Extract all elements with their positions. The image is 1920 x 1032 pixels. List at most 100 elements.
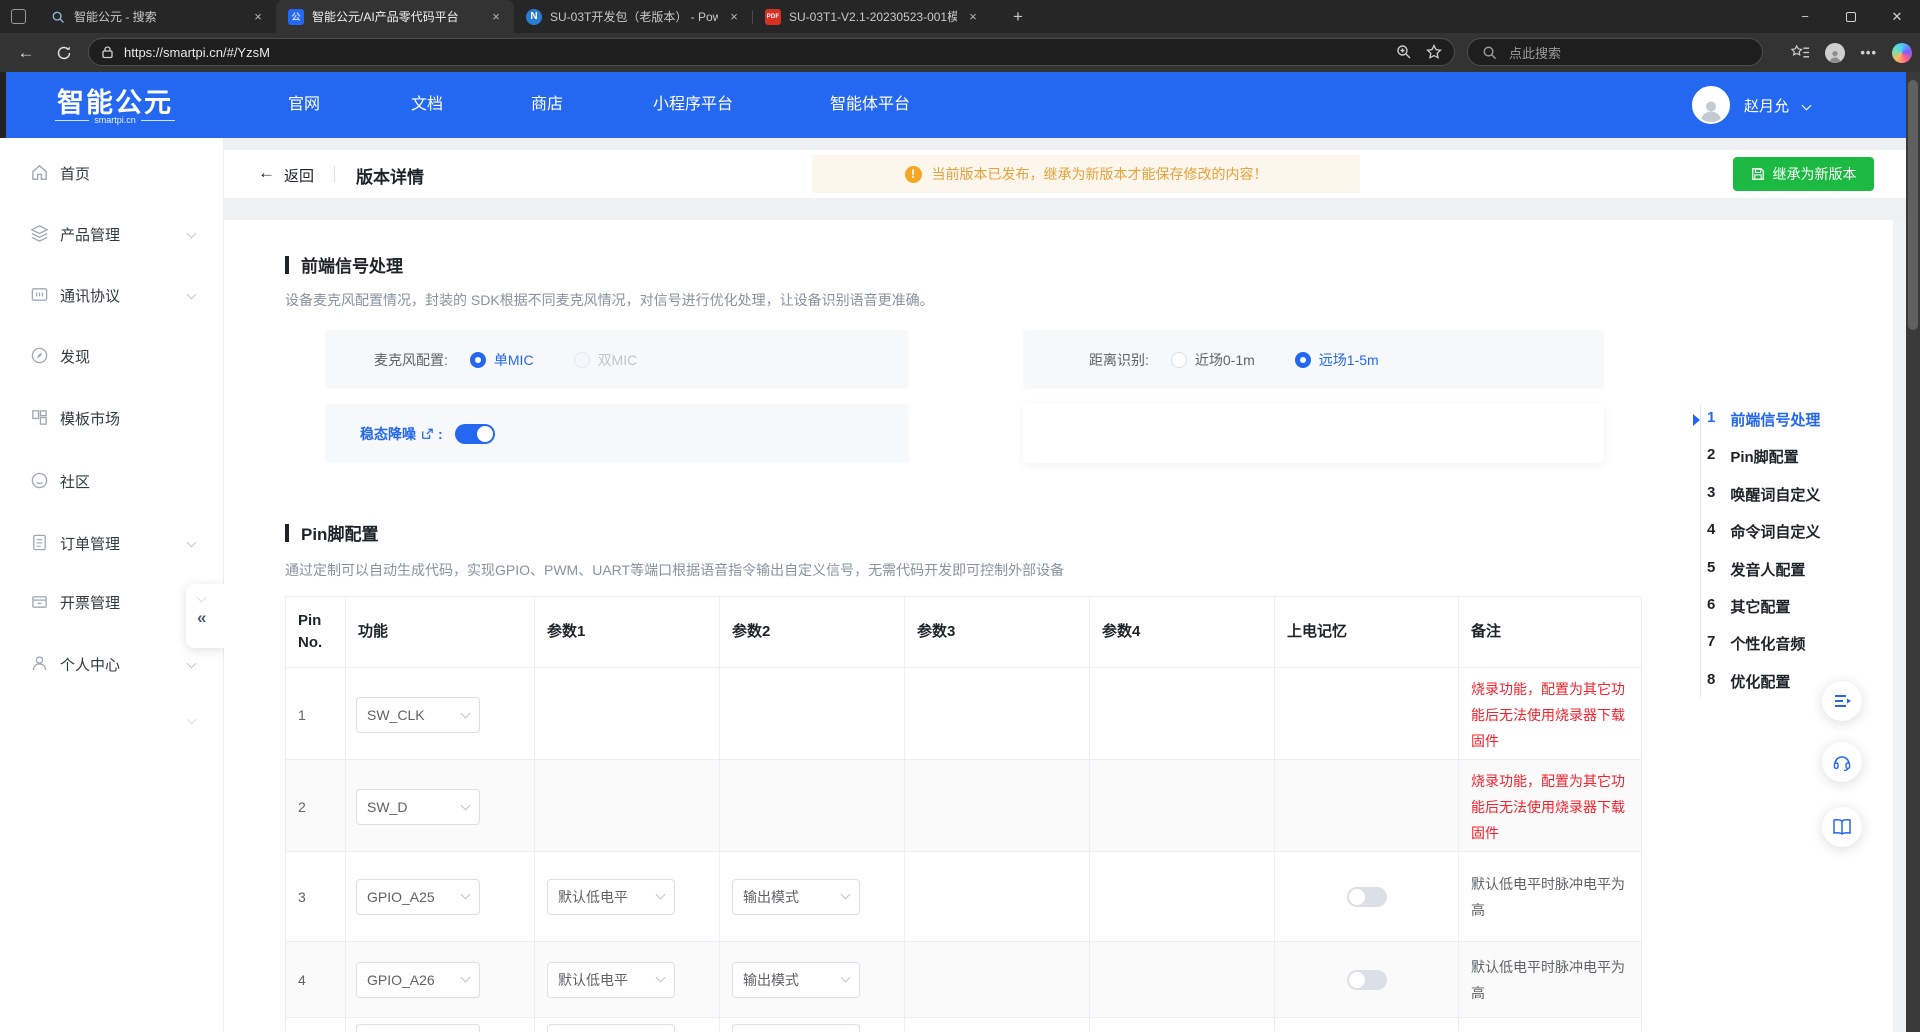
browser-tab[interactable]: 公智能公元/AI产品零代码平台× bbox=[276, 0, 514, 33]
url-text[interactable]: https://smartpi.cn/#/YzsM bbox=[124, 45, 270, 60]
copilot-icon[interactable] bbox=[1892, 43, 1912, 63]
function-dropdown[interactable]: GPIO_A26 bbox=[356, 962, 480, 998]
browser-tab[interactable]: 智能公元 - 搜索× bbox=[38, 0, 276, 33]
anchor-item-个性化音频[interactable]: 7个性化音频 bbox=[1707, 633, 1805, 654]
browser-tab[interactable]: NSU-03T开发包（老版本） - Power× bbox=[514, 0, 752, 33]
radio-disabled-icon[interactable] bbox=[574, 352, 590, 368]
docs-fab[interactable] bbox=[1822, 807, 1862, 847]
anchor-item-Pin脚配置[interactable]: 2Pin脚配置 bbox=[1707, 446, 1799, 467]
sidebar-item-模板市场[interactable]: 模板市场 bbox=[0, 406, 224, 430]
back-arrow-icon[interactable]: ← bbox=[258, 163, 275, 183]
window-close-button[interactable]: ✕ bbox=[1874, 0, 1920, 33]
distance-option[interactable]: 近场0-1m bbox=[1171, 350, 1255, 370]
browser-tab[interactable]: PDFSU-03T1-V2.1-20230523-001模组× bbox=[753, 0, 991, 33]
refresh-icon[interactable] bbox=[52, 41, 76, 65]
new-tab-button[interactable]: + bbox=[1008, 7, 1028, 27]
distance-config-label: 距离识别: bbox=[1089, 350, 1149, 370]
anchor-number: 8 bbox=[1707, 671, 1715, 692]
sidebar-item-社区[interactable]: 社区 bbox=[0, 469, 224, 493]
window-minimize-button[interactable]: − bbox=[1782, 0, 1828, 33]
chevron-down-icon bbox=[187, 715, 197, 725]
nav-item-官网[interactable]: 官网 bbox=[288, 72, 320, 138]
param-dropdown[interactable]: 默认低电平 bbox=[547, 879, 675, 915]
anchor-item-优化配置[interactable]: 8优化配置 bbox=[1707, 671, 1790, 692]
function-dropdown[interactable] bbox=[356, 1024, 480, 1032]
noise-reduction-toggle[interactable] bbox=[455, 424, 495, 444]
sidebar-item-发现[interactable]: 发现 bbox=[0, 344, 224, 368]
sidebar-item-通讯协议[interactable]: 通讯协议 bbox=[0, 283, 224, 307]
param4-cell bbox=[1090, 1018, 1275, 1032]
tab-close-icon[interactable]: × bbox=[250, 9, 266, 25]
back-button[interactable]: 返回 bbox=[284, 165, 314, 186]
user-menu[interactable]: 赵月允 bbox=[1692, 86, 1810, 124]
sidebar-item-个人中心[interactable]: 个人中心 bbox=[0, 652, 224, 676]
anchor-item-前端信号处理[interactable]: 1前端信号处理 bbox=[1707, 409, 1820, 430]
url-bar[interactable]: https://smartpi.cn/#/YzsM bbox=[88, 38, 1455, 66]
browser-profile-avatar[interactable] bbox=[1825, 43, 1845, 63]
dropdown-value: GPIO_A26 bbox=[367, 972, 435, 988]
window-maximize-button[interactable] bbox=[1828, 0, 1874, 33]
anchor-toggle-fab[interactable] bbox=[1822, 681, 1862, 721]
pin-config-table: Pin No.功能参数1参数2参数3参数4上电记忆备注1SW_CLK烧录功能，配… bbox=[285, 596, 1642, 1032]
nav-item-商店[interactable]: 商店 bbox=[531, 72, 563, 138]
chevron-down-icon bbox=[187, 538, 197, 548]
inherit-new-version-button[interactable]: 继承为新版本 bbox=[1733, 157, 1874, 191]
scrollbar-thumb[interactable] bbox=[1908, 80, 1918, 330]
function-dropdown[interactable]: SW_CLK bbox=[356, 697, 480, 733]
browser-menu-icon[interactable]: ••• bbox=[1860, 45, 1877, 60]
tab-close-icon[interactable]: × bbox=[726, 9, 742, 25]
nav-item-文档[interactable]: 文档 bbox=[411, 72, 443, 138]
sidebar-item-开票管理[interactable]: 开票管理 bbox=[0, 590, 224, 614]
param-dropdown[interactable] bbox=[732, 1024, 860, 1032]
section-title-bar bbox=[285, 524, 289, 542]
back-navigation-icon[interactable]: ← bbox=[14, 41, 38, 65]
function-dropdown[interactable]: SW_D bbox=[356, 789, 480, 825]
right-gutter bbox=[1893, 220, 1906, 1032]
anchor-nav-line bbox=[1700, 405, 1701, 697]
dropdown-value: 默认低电平 bbox=[558, 887, 628, 907]
support-fab[interactable] bbox=[1822, 742, 1862, 782]
param-dropdown[interactable]: 默认低电平 bbox=[547, 962, 675, 998]
param-dropdown[interactable]: 输出模式 bbox=[732, 962, 860, 998]
browser-toolbar: ← https://smartpi.cn/#/YzsM 点此搜索 ••• bbox=[0, 33, 1920, 72]
radio-unselected-icon[interactable] bbox=[1171, 352, 1187, 368]
anchor-item-其它配置[interactable]: 6其它配置 bbox=[1707, 596, 1790, 617]
table-row: 2SW_D烧录功能，配置为其它功能后无法使用烧录器下载固件 bbox=[286, 760, 1641, 852]
nav-item-智能体平台[interactable]: 智能体平台 bbox=[830, 72, 910, 138]
tab-actions-icon[interactable] bbox=[11, 9, 26, 24]
param-dropdown[interactable]: 输出模式 bbox=[732, 879, 860, 915]
mic-option[interactable]: 单MIC bbox=[470, 350, 534, 370]
power-memory-toggle[interactable] bbox=[1347, 970, 1387, 990]
section-title-text: Pin脚配置 bbox=[301, 520, 378, 545]
favorites-bar-icon[interactable] bbox=[1791, 44, 1810, 61]
sidebar-item-label: 发现 bbox=[60, 346, 90, 367]
page-header: ← 返回 版本详情 ! 当前版本已发布，继承为新版本才能保存修改的内容！ 继承为… bbox=[224, 150, 1906, 198]
radio-selected-icon[interactable] bbox=[470, 352, 486, 368]
mic-option[interactable]: 双MIC bbox=[574, 350, 638, 370]
param-dropdown[interactable] bbox=[547, 1024, 675, 1032]
anchor-number: 6 bbox=[1707, 596, 1715, 617]
distance-option[interactable]: 远场1-5m bbox=[1295, 350, 1379, 370]
tab-close-icon[interactable]: × bbox=[965, 9, 981, 25]
toggle-knob bbox=[1349, 889, 1365, 905]
tab-close-icon[interactable]: × bbox=[488, 9, 504, 25]
anchor-item-唤醒词自定义[interactable]: 3唤醒词自定义 bbox=[1707, 484, 1820, 505]
function-dropdown[interactable]: GPIO_A25 bbox=[356, 879, 480, 915]
sidebar-item-首页[interactable]: 首页 bbox=[0, 161, 224, 185]
anchor-item-发音人配置[interactable]: 5发音人配置 bbox=[1707, 559, 1805, 580]
external-link-icon[interactable] bbox=[421, 428, 433, 440]
tab-title: SU-03T开发包（老版本） - Power bbox=[550, 8, 718, 25]
invoice-icon bbox=[30, 592, 50, 612]
anchor-item-命令词自定义[interactable]: 4命令词自定义 bbox=[1707, 521, 1820, 542]
user-name: 赵月允 bbox=[1744, 95, 1789, 116]
sidebar-item-产品管理[interactable]: 产品管理 bbox=[0, 222, 224, 246]
quick-search-box[interactable]: 点此搜索 bbox=[1467, 38, 1763, 66]
radio-selected-icon[interactable] bbox=[1295, 352, 1311, 368]
warning-text: 当前版本已发布，继承为新版本才能保存修改的内容！ bbox=[932, 164, 1268, 184]
param3-cell bbox=[905, 760, 1090, 854]
nav-item-小程序平台[interactable]: 小程序平台 bbox=[653, 72, 733, 138]
power-memory-toggle[interactable] bbox=[1347, 887, 1387, 907]
sidebar-item-订单管理[interactable]: 订单管理 bbox=[0, 531, 224, 555]
favorite-star-icon[interactable] bbox=[1426, 44, 1442, 60]
zoom-icon[interactable] bbox=[1396, 44, 1412, 60]
